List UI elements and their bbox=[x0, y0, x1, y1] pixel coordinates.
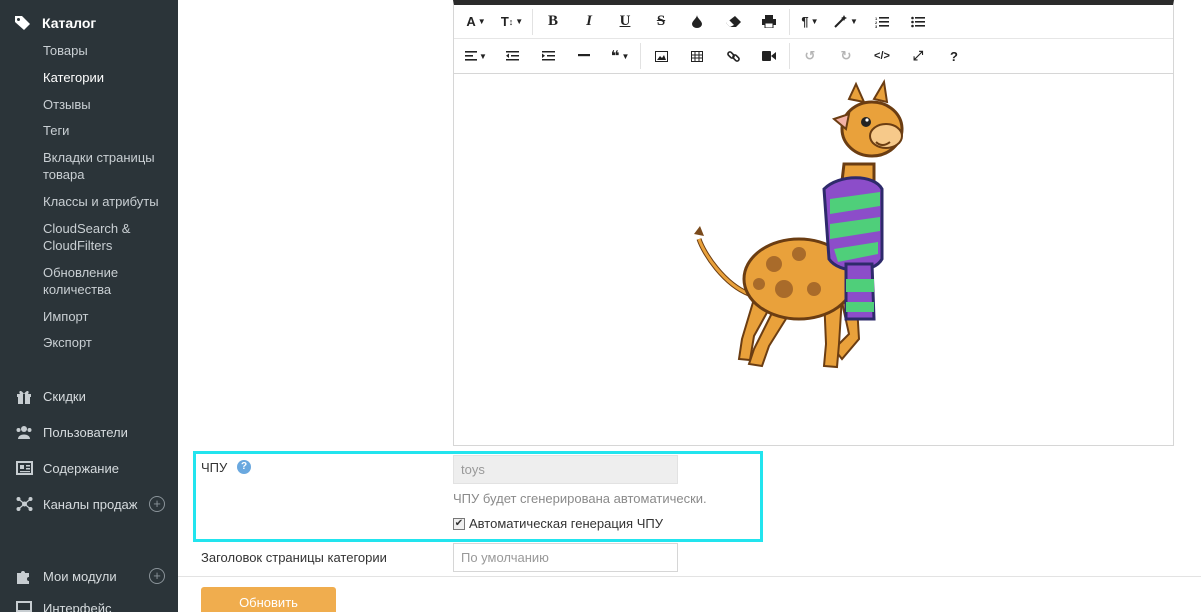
toolbar-divider bbox=[789, 43, 790, 69]
indent-icon[interactable] bbox=[530, 42, 566, 70]
form-divider bbox=[178, 576, 1201, 577]
strikethrough-icon[interactable]: S bbox=[643, 8, 679, 36]
sidebar-subitem-classes-attributes[interactable]: Классы и атрибуты bbox=[43, 193, 168, 210]
code-view-icon[interactable]: </> bbox=[864, 42, 900, 70]
underline-icon[interactable]: U bbox=[607, 8, 643, 36]
sidebar-item-users[interactable]: Пользователи bbox=[15, 424, 165, 440]
sidebar-subitem-products[interactable]: Товары bbox=[43, 42, 168, 59]
editor-toolbar-row-2: ▼ ❝ ▼ ↺ ↻ </> ⤢ ? bbox=[454, 39, 1173, 74]
table-icon[interactable] bbox=[679, 42, 715, 70]
sidebar-item-label: Каналы продаж bbox=[43, 496, 138, 512]
sidebar-item-discounts[interactable]: Скидки bbox=[15, 388, 165, 404]
quote-icon[interactable]: ❝ ▼ bbox=[602, 42, 638, 70]
description-editor: A ▼ T ↕ ▼ B I U S ¶ ▼ ▼ 123 ▼ ❝ ▼ ↺ ↻ </… bbox=[453, 0, 1174, 446]
link-icon[interactable] bbox=[715, 42, 751, 70]
sidebar-item-catalog[interactable]: Каталог bbox=[14, 14, 96, 32]
unordered-list-icon[interactable] bbox=[900, 8, 936, 36]
puzzle-icon bbox=[15, 568, 33, 584]
sidebar-item-interface[interactable]: Интерфейс bbox=[15, 600, 165, 612]
auto-slug-checkbox[interactable]: ✔ bbox=[453, 517, 465, 530]
bold-icon[interactable]: B bbox=[535, 8, 571, 36]
sidebar-item-my-modules[interactable]: Мои модули + bbox=[15, 568, 165, 584]
video-icon[interactable] bbox=[751, 42, 787, 70]
page-title-label: Заголовок страницы категории bbox=[201, 550, 387, 565]
sidebar-item-label: Скидки bbox=[43, 388, 86, 404]
users-icon bbox=[15, 424, 33, 440]
monitor-icon bbox=[15, 600, 33, 612]
color-drop-icon[interactable] bbox=[679, 8, 715, 36]
newspaper-icon bbox=[15, 460, 33, 476]
auto-slug-row[interactable]: ✔ Автоматическая генерация ЧПУ bbox=[453, 516, 663, 531]
align-icon[interactable]: ▼ bbox=[458, 42, 494, 70]
editor-toolbar-row-1: A ▼ T ↕ ▼ B I U S ¶ ▼ ▼ 123 bbox=[454, 5, 1173, 39]
redo-icon[interactable]: ↻ bbox=[828, 42, 864, 70]
toolbar-divider bbox=[640, 43, 641, 69]
sidebar-item-label: Мои модули bbox=[43, 568, 117, 584]
eraser-icon[interactable] bbox=[715, 8, 751, 36]
add-module-button[interactable]: + bbox=[149, 568, 165, 584]
sidebar-subitem-reviews[interactable]: Отзывы bbox=[43, 96, 168, 113]
sidebar-subitem-product-tabs[interactable]: Вкладки страницы товара bbox=[43, 149, 168, 183]
undo-icon[interactable]: ↺ bbox=[792, 42, 828, 70]
toolbar-divider bbox=[532, 8, 533, 35]
sidebar-subitem-cloudsearch[interactable]: CloudSearch & CloudFilters bbox=[43, 220, 168, 254]
image-icon[interactable] bbox=[643, 42, 679, 70]
font-size-icon[interactable]: T ↕ ▼ bbox=[494, 8, 530, 36]
update-button[interactable]: Обновить bbox=[201, 587, 336, 612]
sidebar-item-label: Интерфейс bbox=[43, 600, 112, 612]
horizontal-rule-icon[interactable] bbox=[566, 42, 602, 70]
sidebar-subitem-quantity-update[interactable]: Обновление количества bbox=[43, 264, 168, 298]
svg-text:3: 3 bbox=[875, 24, 878, 28]
add-sales-channel-button[interactable]: + bbox=[149, 496, 165, 512]
sidebar-item-label: Каталог bbox=[42, 15, 97, 31]
sidebar-subitem-tags[interactable]: Теги bbox=[43, 122, 168, 139]
network-icon bbox=[15, 496, 33, 512]
question-icon[interactable]: ? bbox=[237, 460, 251, 474]
fullscreen-icon[interactable]: ⤢ bbox=[900, 42, 936, 70]
outdent-icon[interactable] bbox=[494, 42, 530, 70]
slug-input[interactable]: toys bbox=[453, 455, 678, 484]
sidebar-subitem-import[interactable]: Импорт bbox=[43, 308, 168, 325]
auto-slug-label: Автоматическая генерация ЧПУ bbox=[469, 516, 663, 531]
slug-label: ЧПУ bbox=[201, 460, 228, 475]
page-title-input[interactable]: По умолчанию bbox=[453, 543, 678, 572]
gift-icon bbox=[15, 388, 33, 404]
sidebar-item-content[interactable]: Содержание bbox=[15, 460, 165, 476]
editor-content-area[interactable] bbox=[454, 74, 1173, 445]
ordered-list-icon[interactable]: 123 bbox=[864, 8, 900, 36]
print-icon[interactable] bbox=[751, 8, 787, 36]
help-icon[interactable]: ? bbox=[936, 42, 972, 70]
giraffe-with-scarf-image bbox=[694, 79, 904, 369]
sidebar: Каталог Товары Категории Отзывы Теги Вкл… bbox=[0, 0, 178, 612]
tags-icon bbox=[14, 14, 32, 32]
slug-hint: ЧПУ будет сгенерирована автоматически. bbox=[453, 491, 707, 506]
font-color-icon[interactable]: A ▼ bbox=[458, 8, 494, 36]
sidebar-item-label: Пользователи bbox=[43, 424, 128, 440]
italic-icon[interactable]: I bbox=[571, 8, 607, 36]
sidebar-subitem-export[interactable]: Экспорт bbox=[43, 334, 168, 351]
toolbar-divider bbox=[789, 8, 790, 35]
magic-wand-icon[interactable]: ▼ bbox=[828, 8, 864, 36]
sidebar-item-label: Содержание bbox=[43, 460, 119, 476]
sidebar-subitem-categories[interactable]: Категории bbox=[43, 69, 168, 86]
paragraph-icon[interactable]: ¶ ▼ bbox=[792, 8, 828, 36]
sidebar-item-sales-channels[interactable]: Каналы продаж + bbox=[15, 496, 165, 512]
